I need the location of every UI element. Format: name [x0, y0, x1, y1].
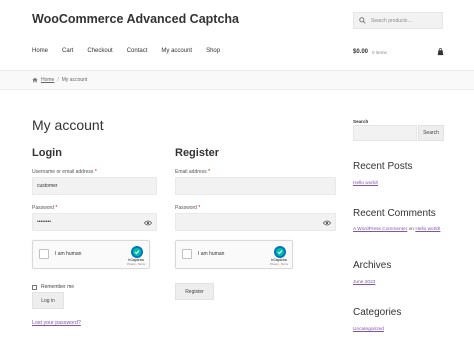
register-email-label-text: Email address	[175, 169, 207, 175]
remember-me-label: Remember me	[41, 284, 75, 290]
register-password-label: Password *	[175, 205, 200, 211]
register-email-label: Email address *	[175, 169, 210, 175]
register-button[interactable]: Register	[175, 283, 214, 300]
required-mark: *	[94, 169, 97, 175]
comment-on-text: on	[408, 227, 414, 232]
nav-shop[interactable]: Shop	[206, 48, 220, 54]
username-input[interactable]: customer	[32, 177, 157, 195]
recent-comment: A WordPress Commenter on Hello world!	[353, 227, 443, 233]
header-search-input[interactable]: Search products…	[353, 12, 443, 29]
site-title[interactable]: WooCommerce Advanced Captcha	[32, 12, 239, 26]
hcaptcha-checkbox[interactable]	[39, 249, 49, 259]
required-mark: *	[208, 169, 211, 175]
archive-link[interactable]: June 2023	[353, 280, 375, 285]
login-password-label-text: Password	[32, 205, 54, 211]
header-search-placeholder: Search products…	[371, 17, 413, 24]
recent-comments-title: Recent Comments	[353, 208, 436, 219]
register-password-label-text: Password	[175, 205, 197, 211]
nav-home[interactable]: Home	[32, 48, 48, 54]
shopping-bag-icon	[437, 48, 444, 56]
nav-cart[interactable]: Cart	[62, 48, 73, 54]
register-title: Register	[175, 147, 220, 159]
login-password-label: Password *	[32, 205, 57, 211]
hcaptcha-brand: hCaptcha	[128, 258, 144, 262]
hcaptcha-links[interactable]: Privacy - Terms	[268, 263, 290, 266]
hcaptcha-label: I am human	[55, 251, 82, 257]
hcaptcha-logo-icon	[274, 245, 286, 258]
register-email-input[interactable]	[175, 177, 336, 195]
breadcrumb-current: My account	[61, 77, 88, 83]
header-cart[interactable]: $0.00 0 items	[353, 48, 444, 56]
login-hcaptcha-widget: I am human hCaptcha Privacy - Terms	[32, 240, 150, 269]
page-title: My account	[32, 117, 104, 133]
required-mark: *	[198, 205, 201, 211]
category-link[interactable]: Uncategorized	[353, 327, 384, 332]
categories-title: Categories	[353, 307, 402, 318]
sidebar-search-button[interactable]: Search	[418, 125, 444, 141]
nav-checkout[interactable]: Checkout	[87, 48, 112, 54]
sidebar-search-label: Search	[353, 119, 369, 124]
primary-nav: Home Cart Checkout Contact My account Sh…	[32, 48, 234, 54]
home-icon	[32, 77, 38, 83]
archives-title: Archives	[353, 260, 392, 271]
breadcrumb-separator: /	[57, 77, 59, 83]
register-hcaptcha-widget: I am human hCaptcha Privacy - Terms	[175, 240, 293, 269]
search-icon	[359, 17, 367, 25]
hcaptcha-brand: hCaptcha	[271, 258, 287, 262]
login-button[interactable]: Log in	[32, 292, 64, 309]
register-password-input[interactable]	[175, 213, 336, 231]
comment-post-link[interactable]: Hello world!	[415, 227, 440, 232]
login-password-input[interactable]: ••••••••	[32, 213, 157, 231]
comment-author-link[interactable]: A WordPress Commenter	[353, 227, 407, 232]
username-value: customer	[37, 183, 58, 189]
hcaptcha-logo-icon	[131, 245, 143, 258]
recent-posts-title: Recent Posts	[353, 161, 413, 172]
breadcrumb: Home / My account	[0, 71, 474, 90]
username-label: Username or email address *	[32, 169, 97, 175]
nav-contact[interactable]: Contact	[127, 48, 148, 54]
hcaptcha-checkbox[interactable]	[182, 249, 192, 259]
breadcrumb-home-link[interactable]: Home	[41, 77, 54, 83]
eye-icon[interactable]	[323, 219, 331, 226]
username-label-text: Username or email address	[32, 169, 94, 175]
lost-password-link[interactable]: Lost your password?	[32, 320, 81, 326]
eye-icon[interactable]	[144, 219, 152, 226]
remember-me[interactable]: Remember me	[32, 284, 74, 290]
remember-me-checkbox[interactable]	[32, 284, 37, 290]
nav-my-account[interactable]: My account	[161, 48, 192, 54]
cart-items-count: 0 items	[372, 49, 387, 55]
hcaptcha-links[interactable]: Privacy - Terms	[125, 263, 147, 266]
recent-post-link[interactable]: Hello world!	[353, 181, 378, 186]
hcaptcha-label: I am human	[198, 251, 225, 257]
login-password-value: ••••••••	[37, 219, 52, 225]
required-mark: *	[55, 205, 58, 211]
cart-amount: $0.00	[353, 49, 369, 55]
login-title: Login	[32, 147, 62, 159]
sidebar-search-input[interactable]	[353, 125, 417, 141]
